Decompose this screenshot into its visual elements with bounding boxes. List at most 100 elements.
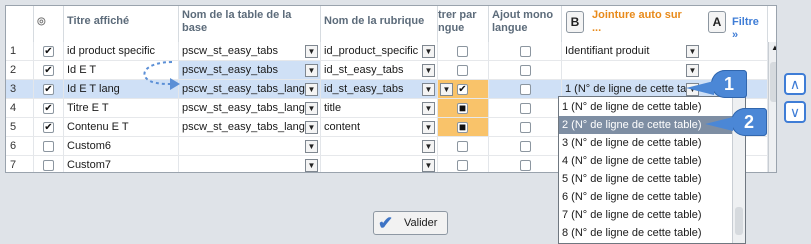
filter-chevron-icon[interactable]: » (732, 29, 738, 41)
dropdown-option[interactable]: 7 (N° de ligne de cette table) (559, 206, 733, 224)
trier-cell[interactable] (438, 61, 489, 80)
trier-cell[interactable] (438, 137, 489, 156)
dropdown-arrow-icon[interactable]: ▼ (305, 121, 318, 134)
ajout-checkbox[interactable] (520, 103, 531, 114)
trier-checkbox[interactable]: ■ (457, 121, 468, 133)
trier-cell[interactable]: ■ (438, 118, 489, 137)
checkbox[interactable]: ✔ (43, 65, 54, 76)
ajout-cell[interactable] (489, 61, 562, 80)
row-checkbox-cell[interactable] (34, 137, 64, 156)
ajout-checkbox[interactable] (520, 122, 531, 133)
ajout-checkbox[interactable] (520, 141, 531, 152)
rubrique-cell[interactable]: ▼ (321, 137, 438, 156)
dropdown-arrow-icon[interactable]: ▼ (686, 64, 699, 77)
rubrique-cell[interactable]: title ▼ (321, 99, 438, 118)
dropdown-option[interactable]: 4 (N° de ligne de cette table) (559, 152, 733, 170)
checkbox[interactable] (43, 141, 54, 152)
titre-cell[interactable]: Contenu E T (64, 118, 179, 137)
trier-cell[interactable] (438, 156, 489, 172)
dropdown-arrow-icon[interactable]: ▼ (422, 64, 435, 77)
table-cell[interactable]: pscw_st_easy_tabs ▼ (179, 42, 321, 61)
dropdown-arrow-icon[interactable]: ▼ (305, 102, 318, 115)
trier-checkbox[interactable]: ✔ (457, 84, 468, 95)
row-checkbox-cell[interactable] (34, 156, 64, 172)
dropdown-arrow-icon[interactable]: ▼ (305, 159, 318, 172)
row-checkbox-cell[interactable]: ✔ (34, 99, 64, 118)
ajout-cell[interactable] (489, 80, 562, 99)
table-cell[interactable]: pscw_st_easy_tabs ▼ (179, 61, 321, 80)
trier-checkbox[interactable] (457, 65, 468, 76)
move-down-button[interactable]: ∨ (784, 101, 806, 123)
rubrique-cell[interactable]: content ▼ (321, 118, 438, 137)
ajout-cell[interactable] (489, 156, 562, 172)
trier-checkbox[interactable] (457, 160, 468, 171)
vertical-scrollbar[interactable]: ▲ (768, 42, 776, 172)
dropdown-option[interactable]: 8 (N° de ligne de cette table) (559, 224, 733, 242)
dropdown-scroll-thumb[interactable] (735, 207, 743, 235)
ajout-cell[interactable] (489, 99, 562, 118)
ajout-cell[interactable] (489, 42, 562, 61)
rubrique-cell[interactable]: id_st_easy_tabs ▼ (321, 80, 438, 99)
header-titre[interactable]: Titre affiché (64, 6, 179, 42)
dropdown-arrow-icon[interactable]: ▼ (422, 140, 435, 153)
rubrique-cell[interactable]: ▼ (321, 156, 438, 172)
move-up-button[interactable]: ∧ (784, 73, 806, 95)
dropdown-arrow-icon[interactable]: ▼ (305, 45, 318, 58)
dropdown-arrow-icon[interactable]: ▼ (422, 45, 435, 58)
titre-cell[interactable]: Titre E T (64, 99, 179, 118)
table-cell[interactable]: pscw_st_easy_tabs_lang ▼ (179, 99, 321, 118)
checkbox[interactable]: ✔ (43, 46, 54, 57)
dropdown-option[interactable]: 1 (N° de ligne de cette table) (559, 98, 733, 116)
checkbox[interactable]: ✔ (43, 122, 54, 133)
table-cell[interactable]: ▼ (179, 156, 321, 172)
rubrique-cell[interactable]: id_product_specific ▼ (321, 42, 438, 61)
dropdown-arrow-icon[interactable]: ▼ (422, 121, 435, 134)
row-checkbox-cell[interactable]: ✔ (34, 118, 64, 137)
dropdown-option[interactable]: 3 (N° de ligne de cette table) (559, 134, 733, 152)
ajout-cell[interactable] (489, 118, 562, 137)
row-checkbox-cell[interactable]: ✔ (34, 80, 64, 99)
row-checkbox-cell[interactable]: ✔ (34, 61, 64, 80)
ajout-checkbox[interactable] (520, 46, 531, 57)
ajout-cell[interactable] (489, 137, 562, 156)
dropdown-option[interactable]: 5 (N° de ligne de cette table) (559, 170, 733, 188)
trier-cell[interactable] (438, 42, 489, 61)
dropdown-arrow-icon[interactable]: ▼ (305, 64, 318, 77)
checkbox[interactable]: ✔ (43, 84, 54, 95)
dropdown-arrow-icon[interactable]: ▼ (440, 83, 453, 96)
rubrique-cell[interactable]: id_st_easy_tabs ▼ (321, 61, 438, 80)
trier-checkbox[interactable] (457, 46, 468, 57)
b-icon[interactable]: B (566, 11, 584, 33)
titre-cell[interactable]: Custom7 (64, 156, 179, 172)
titre-cell[interactable]: Custom6 (64, 137, 179, 156)
header-rubrique[interactable]: Nom de la rubrique (321, 6, 438, 42)
ajout-checkbox[interactable] (520, 160, 531, 171)
trier-checkbox[interactable] (457, 141, 468, 152)
checkbox[interactable]: ✔ (43, 103, 54, 114)
dropdown-arrow-icon[interactable]: ▼ (422, 102, 435, 115)
scroll-up-icon[interactable]: ▲ (771, 43, 776, 52)
table-cell[interactable]: ▼ (179, 137, 321, 156)
trier-cell[interactable]: ■ (438, 99, 489, 118)
a-icon[interactable]: A (708, 11, 726, 33)
ajout-checkbox[interactable] (520, 84, 531, 95)
dropdown-arrow-icon[interactable]: ▼ (422, 83, 435, 96)
header-jointure[interactable]: B Jointure auto sur... A Filtre » (562, 6, 768, 42)
valider-button[interactable]: ✔ Valider (373, 211, 448, 235)
header-table[interactable]: Nom de la table de la base (179, 6, 321, 42)
table-cell[interactable]: pscw_st_easy_tabs_lang ▼ (179, 80, 321, 99)
jointure-cell[interactable]: Identifiant produit ▼ (562, 42, 768, 61)
vertical-scroll-thumb[interactable] (770, 62, 776, 102)
dropdown-arrow-icon[interactable]: ▼ (422, 159, 435, 172)
dropdown-option[interactable]: 6 (N° de ligne de cette table) (559, 188, 733, 206)
dropdown-arrow-icon[interactable]: ▼ (305, 140, 318, 153)
dropdown-arrow-icon[interactable]: ▼ (305, 83, 318, 96)
header-ajout[interactable]: Ajout mono langue (489, 6, 562, 42)
row-checkbox-cell[interactable]: ✔ (34, 42, 64, 61)
trier-checkbox[interactable]: ■ (457, 102, 468, 114)
trier-cell[interactable]: ▼ ✔ (438, 80, 489, 99)
header-trier[interactable]: trer par ngue (438, 6, 489, 42)
dropdown-arrow-icon[interactable]: ▼ (686, 45, 699, 58)
table-cell[interactable]: pscw_st_easy_tabs_lang ▼ (179, 118, 321, 137)
ajout-checkbox[interactable] (520, 65, 531, 76)
